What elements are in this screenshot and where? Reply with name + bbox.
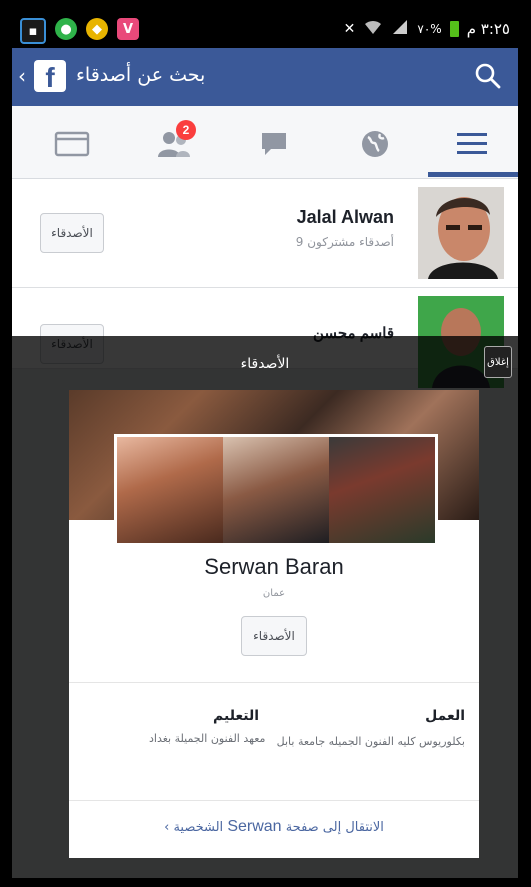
signal-icon [391, 18, 409, 40]
work-heading: العمل [425, 708, 465, 724]
phone-screen: ▪ ● ◆ V ✕ ٧٠% ٣:٢٥ م ‹ f بحث عن أصدقاء 2… [12, 10, 518, 878]
status-bar: ▪ ● ◆ V ✕ ٧٠% ٣:٢٥ م [12, 10, 518, 48]
battery-percent: ٧٠% [417, 22, 442, 36]
green-app-icon: ● [55, 18, 77, 40]
wifi-icon [363, 18, 383, 40]
yellow-app-icon: ◆ [86, 18, 108, 40]
page-title: بحث عن أصدقاء [76, 64, 206, 86]
messages-icon [262, 133, 286, 155]
mute-icon: ✕ [343, 21, 356, 37]
goto-prefix: الانتقال إلى صفحة [285, 820, 384, 835]
back-chevron-icon[interactable]: ‹ [18, 64, 26, 88]
education-value: معهد الفنون الجميلة بغداد [149, 732, 266, 745]
bbm-app-icon: ▪ [20, 18, 46, 44]
tab-bar: 2 [12, 106, 518, 179]
divider [69, 800, 479, 801]
tab-menu[interactable] [452, 126, 492, 162]
overlay-title: الأصدقاء [240, 356, 290, 372]
facebook-logo-icon[interactable]: f [34, 60, 66, 93]
profile-location: عمان [262, 588, 286, 599]
profile-name[interactable]: Serwan Baran [69, 554, 479, 580]
goto-name: Serwan [227, 818, 282, 835]
profile-card: Serwan Baran عمان الأصدقاء العمل بكلوريو… [69, 390, 479, 858]
friend-name[interactable]: Jalal Alwan [297, 207, 394, 228]
friends-button[interactable]: الأصدقاء [241, 616, 307, 656]
education-heading: التعليم [213, 708, 260, 724]
clock: ٣:٢٥ م [466, 20, 510, 38]
close-button[interactable]: إغلاق [484, 346, 512, 378]
divider [69, 682, 479, 683]
tab-news-feed[interactable] [52, 126, 92, 162]
mutual-friends-count: 9 أصدقاء مشتركون [295, 235, 394, 249]
profile-overlay: الأصدقاء إغلاق Serwan Baran عمان الأصدقا… [12, 336, 518, 878]
search-icon[interactable] [474, 62, 502, 94]
battery-icon [449, 21, 459, 37]
avatar[interactable] [418, 187, 504, 279]
news-feed-icon [54, 131, 90, 157]
friends-button[interactable]: الأصدقاء [40, 213, 104, 253]
tab-notifications[interactable] [355, 126, 395, 162]
tab-messages[interactable] [254, 126, 294, 162]
viber-app-icon: V [117, 18, 139, 40]
hamburger-menu-icon [457, 133, 487, 154]
friend-requests-badge: 2 [176, 120, 196, 140]
go-to-profile-link[interactable]: ‹ الشخصية Serwan الانتقال إلى صفحة [69, 818, 479, 836]
active-tab-indicator [428, 172, 518, 177]
globe-icon [362, 131, 388, 157]
top-bar: ‹ f بحث عن أصدقاء [12, 48, 518, 106]
goto-suffix: الشخصية [173, 820, 224, 835]
tab-friend-requests[interactable]: 2 [154, 120, 196, 162]
work-value: بكلوريوس كليه الفنون الجميله جامعة بابل [276, 735, 465, 748]
list-item[interactable]: الأصدقاء Jalal Alwan 9 أصدقاء مشتركون [12, 179, 518, 288]
profile-photo[interactable] [114, 434, 438, 546]
